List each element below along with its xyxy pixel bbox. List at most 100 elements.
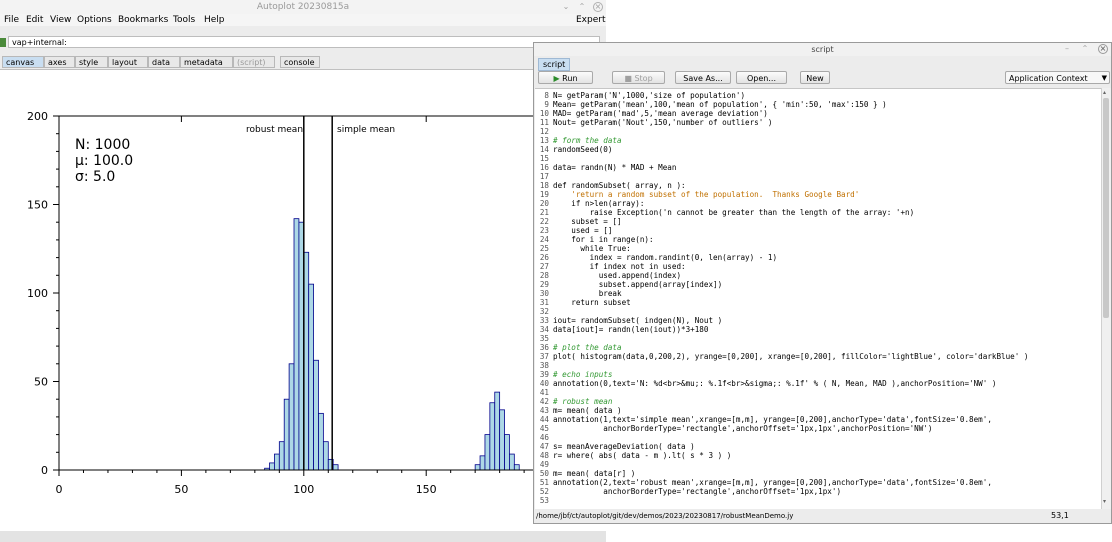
tab-console[interactable]: console xyxy=(280,56,320,68)
code-line[interactable]: 41 xyxy=(535,388,553,397)
histogram-bar xyxy=(509,453,515,471)
code-line[interactable]: 45 anchorBorderType='rectangle',anchorOf… xyxy=(535,424,933,433)
menu-tools[interactable]: Tools xyxy=(173,14,195,26)
minimize-icon[interactable]: ⌄ xyxy=(561,2,571,12)
code-line[interactable]: 33 iout= randomSubset( indgen(N), Nout ) xyxy=(535,316,722,325)
code-line[interactable]: 52 anchorBorderType='rectangle',anchorOf… xyxy=(535,487,841,496)
code-line[interactable]: 26 index = random.randint(0, len(array) … xyxy=(535,253,777,262)
context-select[interactable]: Application Context ▼ xyxy=(1005,71,1110,84)
code-line[interactable]: 13 # form the data xyxy=(535,136,622,145)
close-icon[interactable]: × xyxy=(593,2,603,12)
code-line[interactable]: 15 xyxy=(535,154,553,163)
histogram-bar xyxy=(278,441,285,471)
plot-canvas[interactable]: 0 50 100 150 0 50 100 150 200 N: 1000 μ: 100.0 σ… xyxy=(0,69,606,532)
code-text: m= mean( data ) xyxy=(553,406,622,415)
code-line[interactable]: 48 r= where( abs( data - m ).lt( s * 3 ) … xyxy=(535,451,731,460)
code-line[interactable]: 11 Nout= getParam('Nout',150,'number of o… xyxy=(535,118,773,127)
code-line[interactable]: 8 N= getParam('N',1000,'size of populatio… xyxy=(535,91,745,100)
code-line[interactable]: 19 'return a random subset of the popula… xyxy=(535,190,859,199)
tab-style[interactable]: style xyxy=(75,56,108,68)
code-line[interactable]: 23 used = [] xyxy=(535,226,613,235)
line-number: 37 xyxy=(539,352,549,361)
code-line[interactable]: 18 def randomSubset( array, n ): xyxy=(535,181,686,190)
run-button[interactable]: ▶ Run xyxy=(538,71,593,84)
scroll-up-icon[interactable]: ▴ xyxy=(1103,90,1109,96)
minimize-icon[interactable]: – xyxy=(1062,44,1072,54)
code-line[interactable]: 27 if index not in used: xyxy=(535,262,686,271)
code-line[interactable]: 47 s= meanAverageDeviation( data ) xyxy=(535,442,695,451)
code-line[interactable]: 39 # echo inputs xyxy=(535,370,613,379)
code-line[interactable]: 38 xyxy=(535,361,553,370)
code-line[interactable]: 25 while True: xyxy=(535,244,631,253)
line-number: 24 xyxy=(539,235,549,244)
url-input[interactable]: vap+internal: xyxy=(8,36,600,48)
code-text: r= where( abs( data - m ).lt( s * 3 ) ) xyxy=(553,451,732,460)
code-line[interactable]: 30 break xyxy=(535,289,622,298)
code-line[interactable]: 31 return subset xyxy=(535,298,631,307)
x-tick-label: 50 xyxy=(174,483,188,496)
x-tick-label: 150 xyxy=(416,483,437,496)
code-line[interactable]: 42 # robust mean xyxy=(535,397,613,406)
stop-button[interactable]: ■ Stop xyxy=(612,71,665,84)
maximize-icon[interactable]: ⌃ xyxy=(577,2,587,12)
code-line[interactable]: 36 # plot the data xyxy=(535,343,622,352)
scrollbar-thumb[interactable] xyxy=(1103,98,1109,318)
histogram-bar xyxy=(283,398,290,471)
code-line[interactable]: 20 if n>len(array): xyxy=(535,199,645,208)
open-button[interactable]: Open... xyxy=(736,71,787,84)
maximize-icon[interactable]: ⌃ xyxy=(1080,44,1090,54)
code-line[interactable]: 16 data= randn(N) * MAD + Mean xyxy=(535,163,677,172)
line-number: 52 xyxy=(539,487,549,496)
code-line[interactable]: 29 subset.append(array[index]) xyxy=(535,280,722,289)
menu-help[interactable]: Help xyxy=(204,14,225,26)
tab-metadata[interactable]: metadata xyxy=(180,56,233,68)
menu-edit[interactable]: Edit xyxy=(26,14,43,26)
code-line[interactable]: 34 data[iout]= randn(len(iout))*3+180 xyxy=(535,325,709,334)
code-line[interactable]: 51 annotation(2,text='robust mean',xrange… xyxy=(535,478,992,487)
tab-script[interactable]: (script) xyxy=(233,56,275,68)
code-line[interactable]: 10 MAD= getParam('mad',5,'mean average de… xyxy=(535,109,768,118)
code-text: if index not in used: xyxy=(553,262,686,271)
line-number: 10 xyxy=(539,109,549,118)
line-number: 14 xyxy=(539,145,549,154)
code-text: if n>len(array): xyxy=(553,199,645,208)
menu-options[interactable]: Options xyxy=(77,14,112,26)
mode-label[interactable]: Expert xyxy=(576,14,606,26)
script-editor[interactable]: 8 N= getParam('N',1000,'size of populatio… xyxy=(535,88,1101,510)
code-line[interactable]: 14 randomSeed(0) xyxy=(535,145,613,154)
menu-bookmarks[interactable]: Bookmarks xyxy=(118,14,168,26)
code-line[interactable]: 44 annotation(1,text='simple mean',xrange… xyxy=(535,415,992,424)
code-line[interactable]: 35 xyxy=(535,334,553,343)
menu-view[interactable]: View xyxy=(50,14,71,26)
tab-data[interactable]: data xyxy=(148,56,180,68)
line-number: 34 xyxy=(539,325,549,334)
line-number: 36 xyxy=(539,343,549,352)
code-line[interactable]: 28 used.append(index) xyxy=(535,271,681,280)
code-line[interactable]: 46 xyxy=(535,433,553,442)
code-line[interactable]: 22 subset = [] xyxy=(535,217,622,226)
main-status-strip xyxy=(0,531,606,542)
code-line[interactable]: 17 xyxy=(535,172,553,181)
code-line[interactable]: 53 xyxy=(535,496,553,505)
code-line[interactable]: 24 for i in range(n): xyxy=(535,235,654,244)
code-line[interactable]: 37 plot( histogram(data,0,200,2), yrange=… xyxy=(535,352,1029,361)
code-line[interactable]: 40 annotation(0,text='N: %d<br>&mu;: %.1f… xyxy=(535,379,997,388)
editor-scrollbar[interactable]: ▴ ▾ xyxy=(1101,88,1111,509)
code-text: index = random.randint(0, len(array) - 1… xyxy=(553,253,778,262)
code-line[interactable]: 21 raise Exception('n cannot be greater … xyxy=(535,208,914,217)
save-as-button[interactable]: Save As... xyxy=(675,71,731,84)
code-line[interactable]: 49 xyxy=(535,460,553,469)
menu-file[interactable]: File xyxy=(4,14,19,26)
tab-axes[interactable]: axes xyxy=(44,56,75,68)
code-line[interactable]: 9 Mean= getParam('mean',100,'mean of popu… xyxy=(535,100,886,109)
code-line[interactable]: 43 m= mean( data ) xyxy=(535,406,622,415)
line-number: 19 xyxy=(539,190,549,199)
code-line[interactable]: 32 xyxy=(535,307,553,316)
tab-canvas[interactable]: canvas xyxy=(2,56,44,68)
new-button[interactable]: New xyxy=(800,71,830,84)
scroll-down-icon[interactable]: ▾ xyxy=(1103,499,1109,505)
code-line[interactable]: 12 xyxy=(535,127,553,136)
tab-layout[interactable]: layout xyxy=(108,56,148,68)
close-icon[interactable]: × xyxy=(1098,44,1108,54)
code-line[interactable]: 50 m= mean( data[r] ) xyxy=(535,469,635,478)
